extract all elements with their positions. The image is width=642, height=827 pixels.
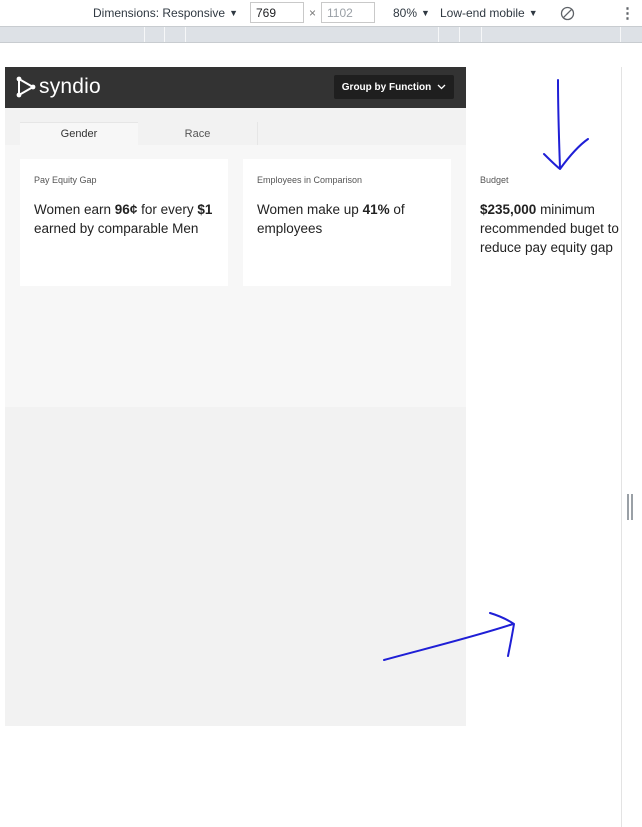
throttle-dropdown[interactable]: Low-end mobile ▼ — [440, 0, 538, 26]
card-label: Employees in Comparison — [257, 175, 363, 185]
page: Dimensions: Responsive ▼ 769 × 1102 80% … — [0, 0, 642, 827]
zoom-dropdown[interactable]: 80% ▼ — [393, 0, 430, 26]
dimensions-label: Dimensions: Responsive — [93, 6, 226, 20]
group-by-function-button[interactable]: Group by Function — [334, 75, 454, 99]
tab-gender[interactable]: Gender — [20, 122, 138, 145]
card-text: $235,000 minimum recommended buget to re… — [480, 202, 619, 255]
width-input[interactable]: 769 — [250, 2, 304, 23]
times-icon: × — [309, 6, 317, 20]
devtools-gutter — [0, 43, 642, 67]
devtools-device-toolbar: Dimensions: Responsive ▼ 769 × 1102 80% … — [0, 0, 642, 26]
app-header: syndio Group by Function — [5, 67, 466, 108]
card-text: Women earn 96¢ for every $1 earned by co… — [34, 202, 213, 236]
lower-panel — [5, 407, 466, 726]
card-label: Pay Equity Gap — [34, 175, 97, 185]
employees-in-comparison-card: Employees in Comparison Women make up 41… — [243, 159, 451, 286]
pay-equity-gap-card: Pay Equity Gap Women earn 96¢ for every … — [20, 159, 228, 286]
more-options-icon[interactable]: ⋮ — [620, 0, 635, 26]
tab-race[interactable]: Race — [138, 122, 258, 145]
chevron-down-icon — [437, 84, 446, 90]
card-label: Budget — [480, 175, 509, 185]
emulated-viewport: syndio Group by Function Gender Race Pay… — [5, 67, 621, 827]
rotate-icon[interactable] — [560, 0, 575, 26]
syndio-logo[interactable]: syndio — [16, 75, 101, 99]
group-button-label: Group by Function — [341, 81, 432, 93]
viewport-frame-right — [621, 67, 642, 827]
dimensions-dropdown[interactable]: Dimensions: Responsive ▼ — [93, 0, 238, 26]
caret-down-icon: ▼ — [528, 8, 538, 18]
throttle-label: Low-end mobile — [440, 6, 525, 20]
budget-card: Budget $235,000 minimum recommended buge… — [466, 159, 621, 286]
media-query-bar[interactable] — [0, 26, 642, 43]
syndio-logo-icon — [16, 76, 36, 98]
card-text: Women make up 41% of employees — [257, 202, 405, 236]
caret-down-icon: ▼ — [229, 8, 238, 18]
zoom-label: 80% — [393, 6, 418, 20]
height-input[interactable]: 1102 — [321, 2, 375, 23]
resize-handle[interactable] — [627, 494, 633, 520]
logo-text: syndio — [39, 75, 101, 98]
caret-down-icon: ▼ — [421, 8, 430, 18]
tab-bar: Gender Race — [5, 108, 466, 145]
